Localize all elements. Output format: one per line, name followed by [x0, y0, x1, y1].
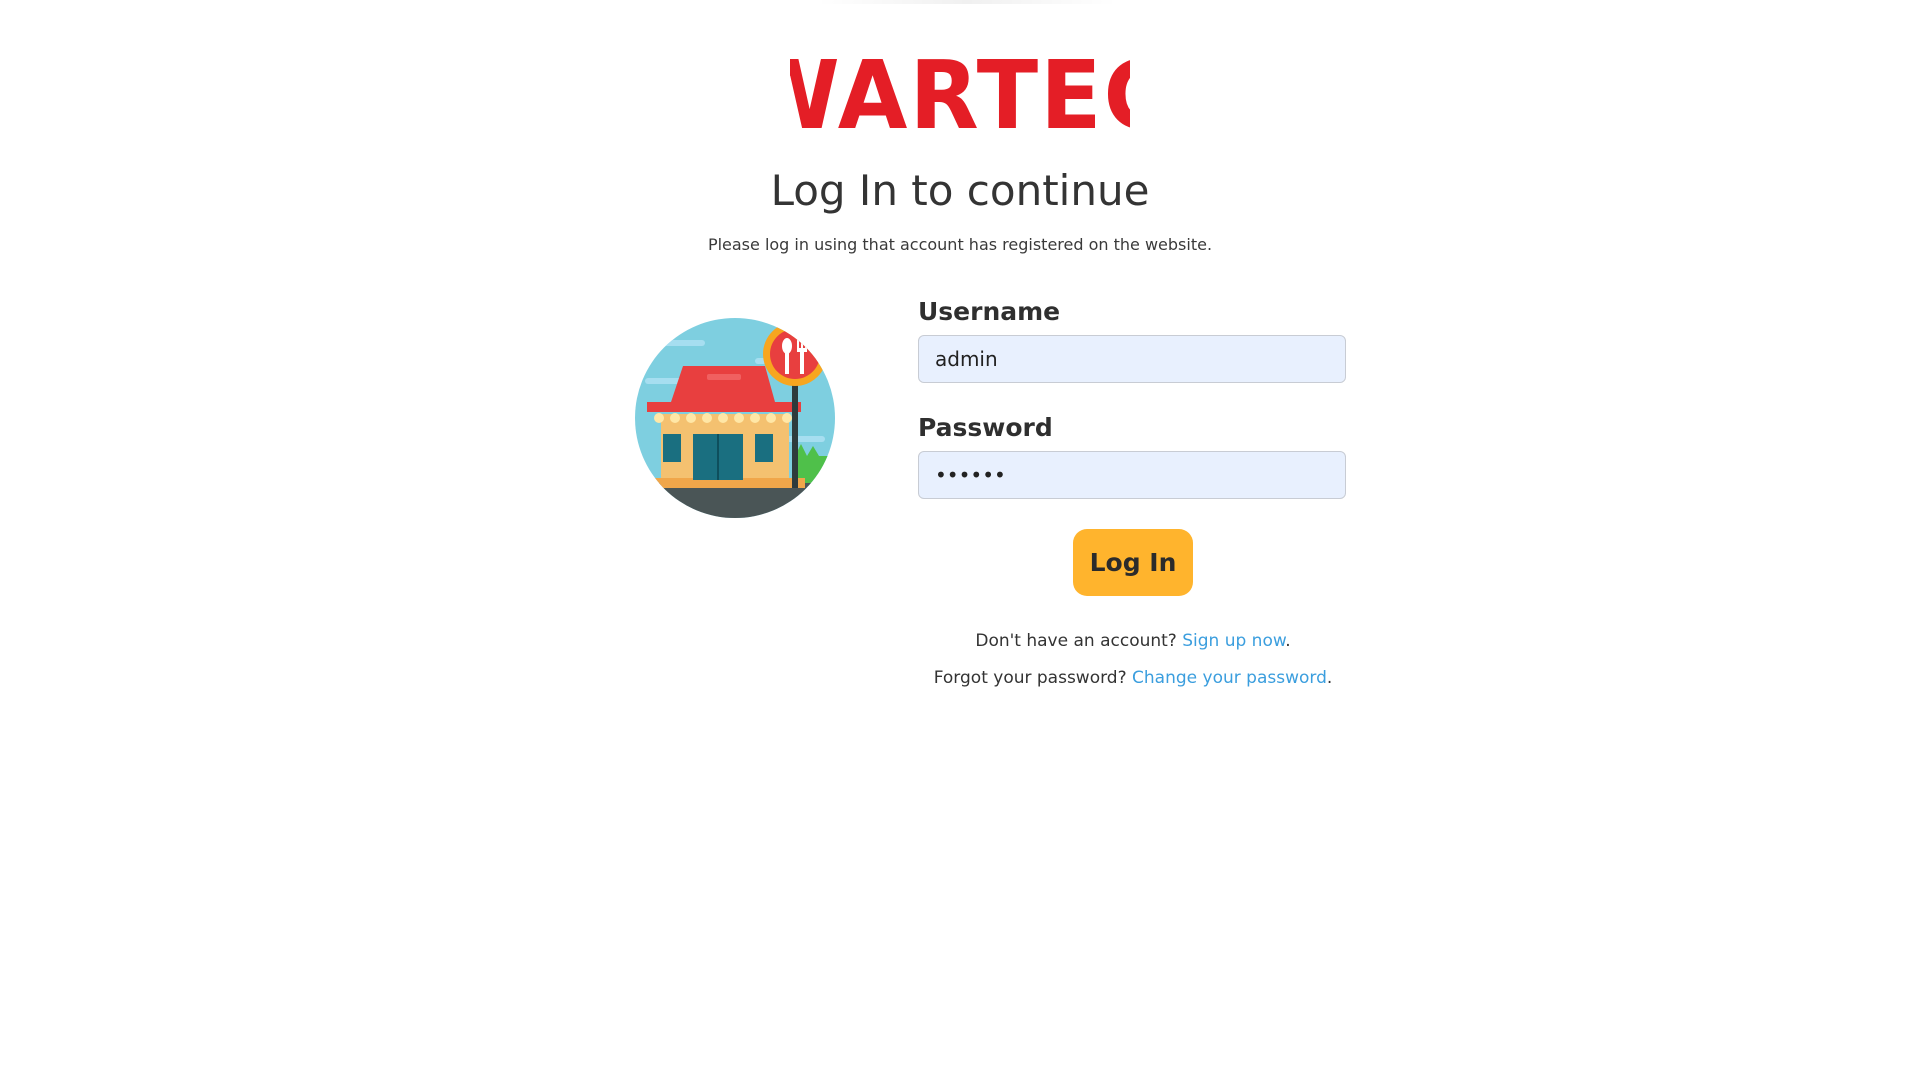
top-divider [817, 0, 1117, 4]
forgot-prompt-text: Forgot your password? [933, 668, 1133, 688]
warteg-logo: WARTEG [790, 40, 1130, 140]
password-label: Password [918, 413, 1053, 442]
change-password-link[interactable]: Change your password [1132, 668, 1327, 688]
logo-container: WARTEG [0, 40, 1920, 140]
signup-prompt-text: Don't have an account? [975, 631, 1183, 651]
signup-prompt-line: Don't have an account? Sign up now. [918, 631, 1348, 651]
password-input[interactable] [918, 451, 1346, 499]
login-button-container: Log In [1073, 529, 1193, 596]
signup-link[interactable]: Sign up now [1182, 631, 1285, 651]
page-title: Log In to continue [770, 166, 1150, 215]
login-button[interactable]: Log In [1073, 529, 1193, 596]
password-field-group: Password [918, 413, 1348, 499]
username-field-group: Username [918, 297, 1348, 383]
forgot-suffix: . [1326, 668, 1333, 688]
logo-text: WARTEG [790, 40, 1130, 140]
login-form: Username Password [918, 297, 1348, 529]
signup-suffix: . [1285, 631, 1291, 651]
username-label: Username [918, 297, 1061, 326]
forgot-password-line: Forgot your password? Change your passwo… [918, 668, 1348, 688]
username-input[interactable] [918, 335, 1346, 383]
login-page: WARTEG Log In to continue Please log in … [0, 0, 1920, 1080]
page-subtitle: Please log in using that account has reg… [707, 235, 1213, 254]
restaurant-storefront-icon [635, 318, 835, 518]
